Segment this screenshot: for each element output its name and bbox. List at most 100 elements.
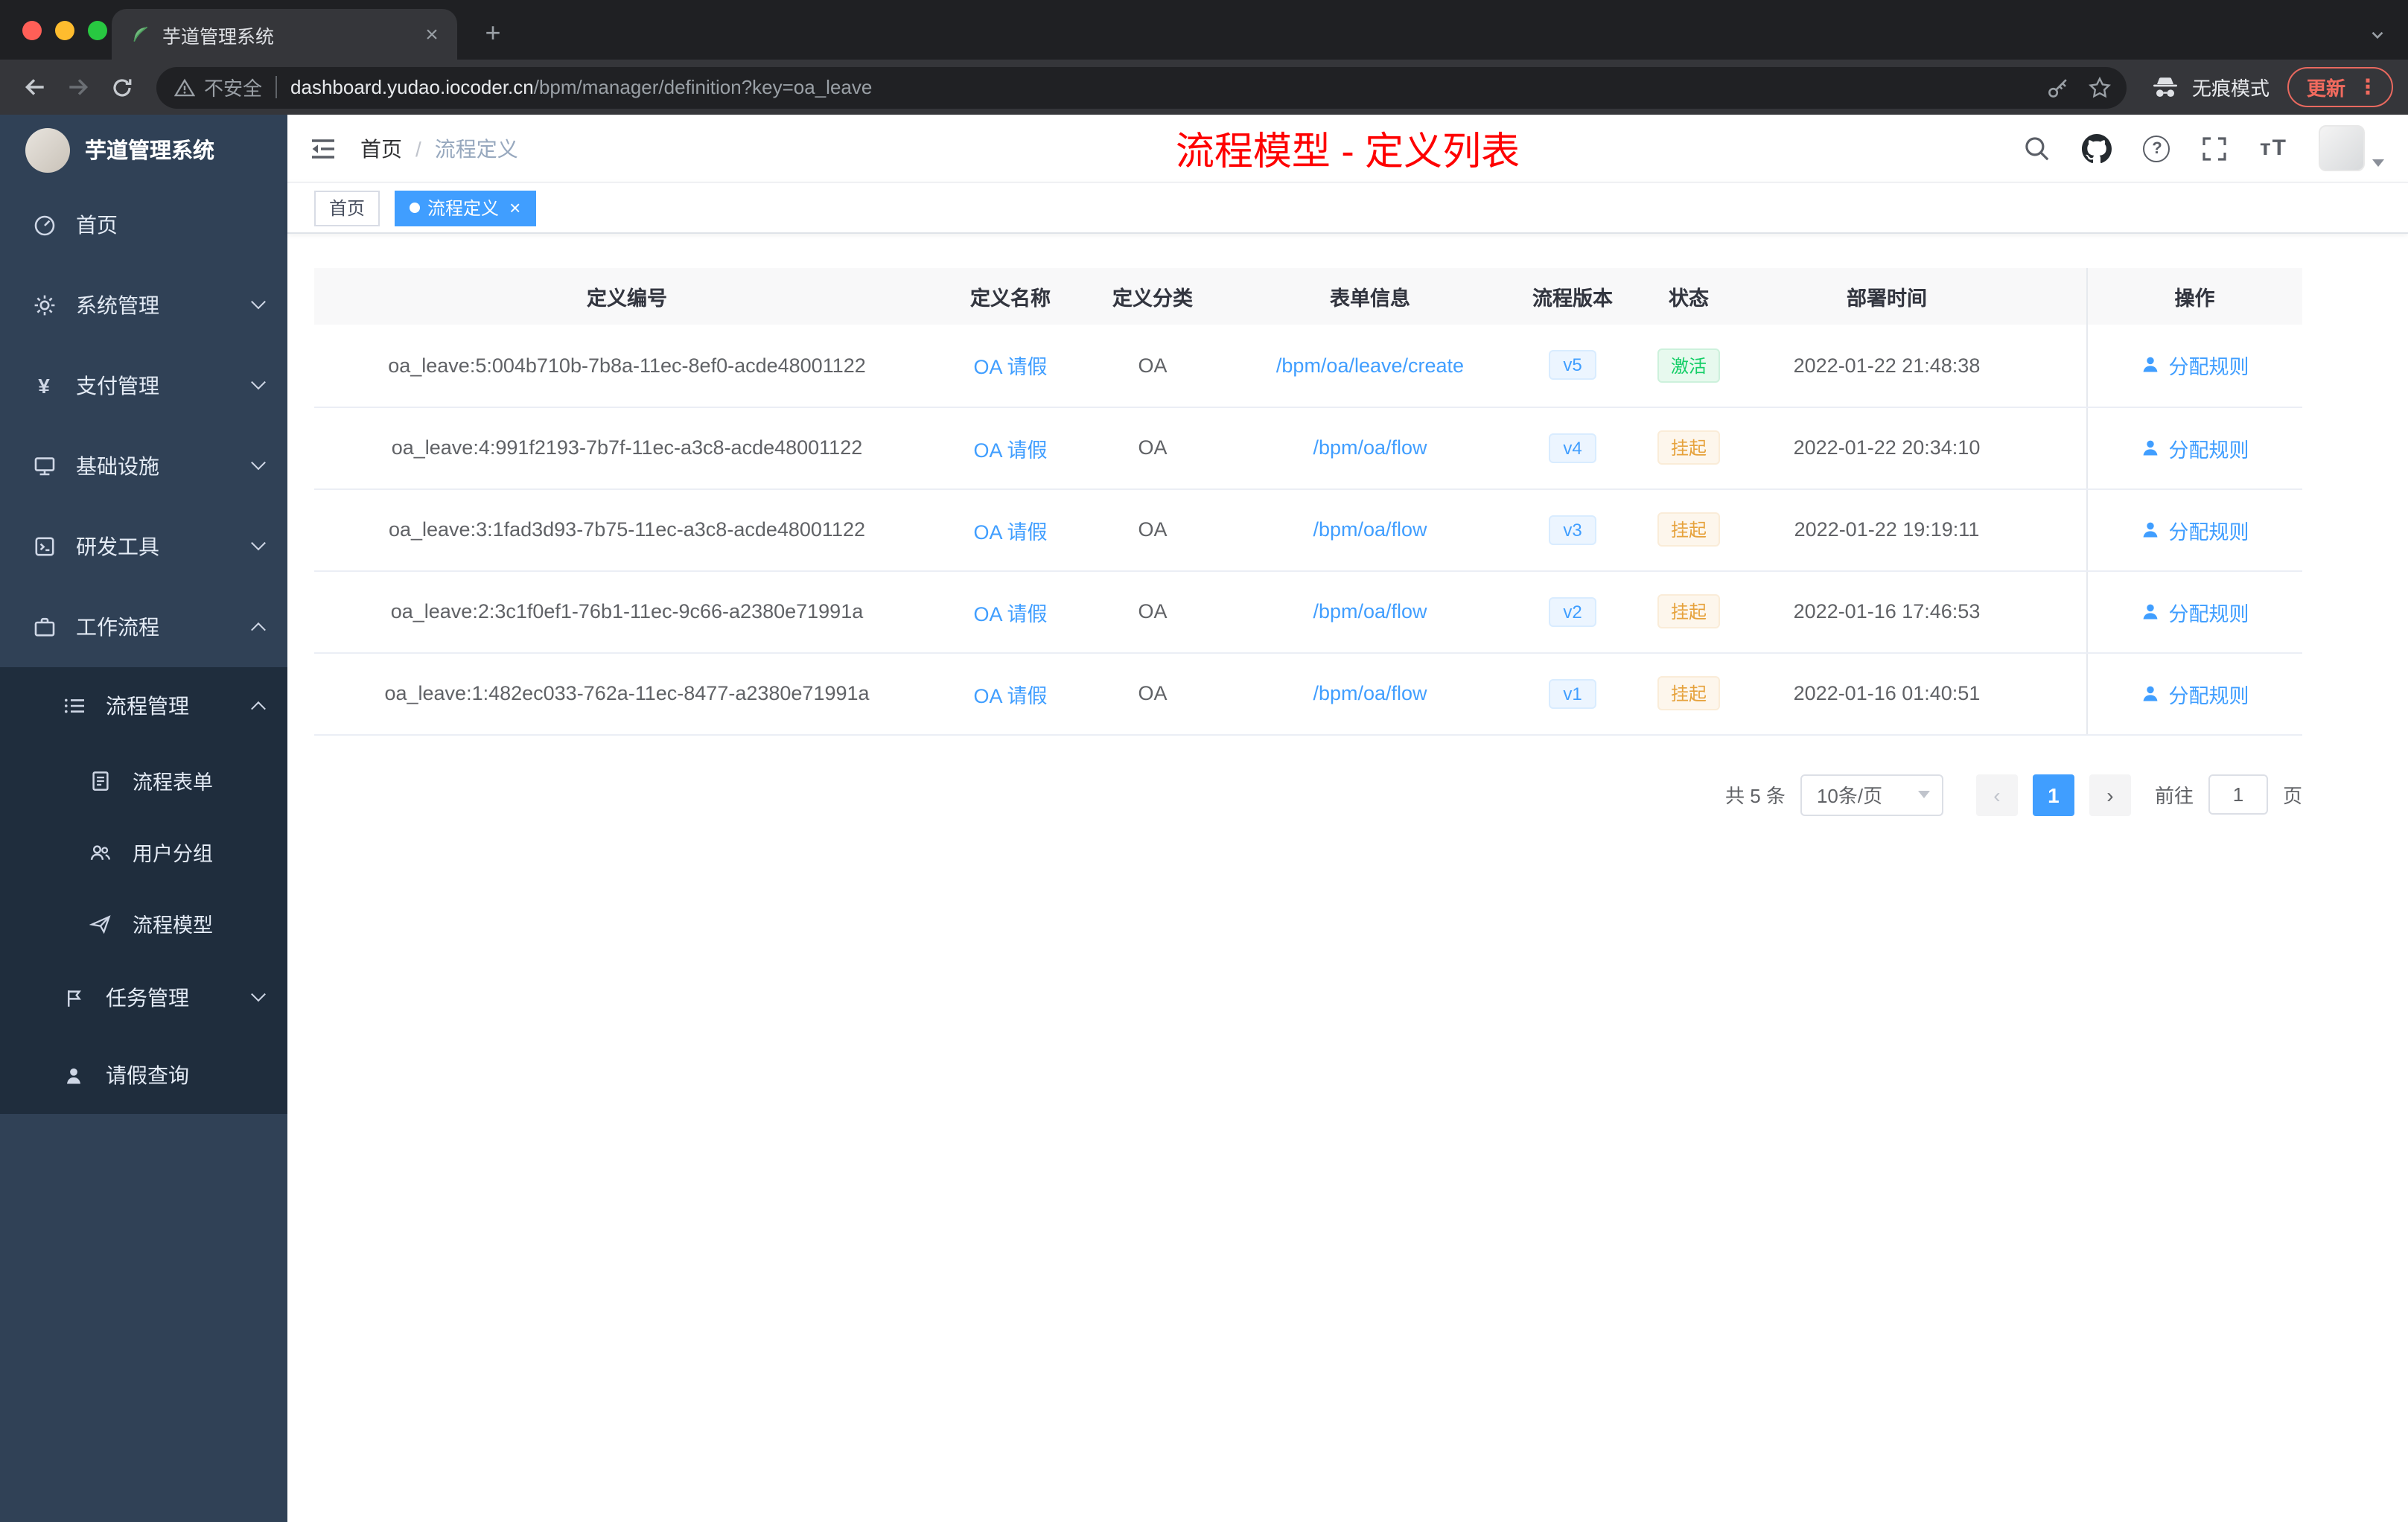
table-row: oa_leave:5:004b710b-7b8a-11ec-8ef0-acde4… [314, 325, 2302, 407]
page-size-select[interactable]: 10条/页 [1800, 774, 1943, 815]
definition-category: OA [1081, 407, 1224, 489]
goto-page-input[interactable] [2208, 774, 2268, 815]
tab-search-chevron-icon[interactable] [2368, 25, 2387, 45]
sidebar-item-label: 请假查询 [106, 1063, 189, 1087]
sidebar: 芋道管理系统 首页 系统管理 ¥ 支付管理 基础设施 研发工具 工作流程 流程管… [0, 115, 287, 1522]
tab-close-icon[interactable]: × [418, 21, 445, 48]
deploy-time: 2022-01-16 01:40:51 [1748, 652, 2025, 735]
security-label: 不安全 [204, 77, 263, 100]
definition-id: oa_leave:3:1fad3d93-7b75-11ec-a3c8-acde4… [314, 488, 940, 571]
password-key-icon[interactable] [2046, 75, 2070, 99]
fullscreen-icon[interactable] [2202, 135, 2229, 162]
definition-category: OA [1081, 570, 1224, 653]
sidebar-item-process-model[interactable]: 流程模型 [0, 888, 287, 959]
reload-icon[interactable] [101, 67, 141, 107]
sidebar-item-devtools[interactable]: 研发工具 [0, 506, 287, 587]
column-header: 状态 [1629, 268, 1748, 325]
user-menu[interactable] [2319, 125, 2384, 171]
deploy-time: 2022-01-22 19:19:11 [1748, 488, 2025, 571]
user-icon [2144, 439, 2158, 455]
tag-close-icon[interactable]: × [509, 197, 520, 219]
sidebar-item-label: 流程模型 [133, 914, 213, 937]
definition-name-link[interactable]: OA 请假 [973, 357, 1047, 379]
sidebar-fold-icon[interactable] [308, 133, 338, 163]
form-link[interactable]: /bpm/oa/flow [1313, 600, 1427, 623]
deploy-time: 2022-01-22 20:34:10 [1748, 407, 2025, 489]
assign-rule-link[interactable]: 分配规则 [2141, 351, 2249, 380]
definition-name-link[interactable]: OA 请假 [973, 684, 1047, 707]
form-link[interactable]: /bpm/oa/leave/create [1276, 354, 1464, 377]
tag-process-definition[interactable]: 流程定义 × [395, 190, 536, 226]
browser-tab[interactable]: 芋道管理系统 × [112, 9, 457, 60]
assign-rule-link[interactable]: 分配规则 [2141, 433, 2249, 462]
url-text[interactable]: dashboard.yudao.iocoder.cn/bpm/manager/d… [290, 76, 872, 98]
back-icon[interactable] [15, 67, 55, 107]
logo-avatar [25, 127, 70, 172]
paper-plane-icon [88, 912, 113, 934]
sidebar-item-user-group[interactable]: 用户分组 [0, 816, 287, 888]
incognito-badge: 无痕模式 [2150, 73, 2270, 101]
window-controls[interactable] [22, 21, 107, 40]
sidebar-item-workflow[interactable]: 工作流程 [0, 587, 287, 667]
column-header: 表单信息 [1224, 268, 1516, 325]
app-root: 芋道管理系统 首页 系统管理 ¥ 支付管理 基础设施 研发工具 工作流程 流程管… [0, 115, 2408, 1522]
column-header: 流程版本 [1516, 268, 1629, 325]
avatar[interactable] [2319, 125, 2365, 171]
sidebar-item-payment[interactable]: ¥ 支付管理 [0, 346, 287, 426]
sidebar-item-home[interactable]: 首页 [0, 185, 287, 265]
version-badge: v1 [1548, 678, 1597, 708]
github-icon[interactable] [2082, 133, 2112, 163]
chevron-down-icon [251, 986, 266, 1002]
browser-menu-icon[interactable]: ⋮ [2357, 74, 2378, 100]
devtools-icon [31, 535, 57, 558]
page-content: 定义编号 定义名称 定义分类 表单信息 流程版本 状态 部署时间 操作 oa_l… [287, 234, 2408, 1522]
bookmark-star-icon[interactable] [2088, 75, 2112, 99]
next-page-button[interactable]: › [2089, 774, 2131, 815]
sidebar-item-process-manage[interactable]: 流程管理 [0, 667, 287, 745]
new-tab-button[interactable]: + [474, 13, 512, 52]
version-badge: v3 [1548, 515, 1597, 544]
close-window-button[interactable] [22, 21, 42, 40]
browser-update-button[interactable]: 更新 ⋮ [2287, 67, 2393, 107]
definition-id: oa_leave:2:3c1f0ef1-76b1-11ec-9c66-a2380… [314, 570, 940, 653]
active-dot [410, 203, 421, 213]
sidebar-item-system[interactable]: 系统管理 [0, 265, 287, 346]
form-link[interactable]: /bpm/oa/flow [1313, 436, 1427, 459]
status-badge: 挂起 [1657, 512, 1720, 547]
forward-icon[interactable] [58, 67, 98, 107]
form-link[interactable]: /bpm/oa/flow [1313, 682, 1427, 704]
prev-page-button[interactable]: ‹ [1975, 774, 2018, 815]
user-icon [2144, 603, 2158, 619]
address-bar[interactable]: 不安全 dashboard.yudao.iocoder.cn/bpm/manag… [156, 66, 2127, 108]
help-icon[interactable]: ? [2143, 135, 2170, 162]
form-link[interactable]: /bpm/oa/flow [1313, 518, 1427, 541]
sidebar-item-leave-query[interactable]: 请假查询 [0, 1037, 287, 1114]
assign-rule-link[interactable]: 分配规则 [2141, 678, 2249, 708]
definition-name-link[interactable]: OA 请假 [973, 602, 1047, 625]
definition-name-link[interactable]: OA 请假 [973, 439, 1047, 461]
font-size-icon[interactable]: тT [2260, 136, 2287, 161]
user-icon [2144, 521, 2158, 537]
tab-favicon-icon [130, 24, 150, 45]
column-header-filler [2025, 268, 2086, 325]
version-badge: v4 [1548, 433, 1597, 462]
tag-home[interactable]: 首页 [314, 190, 380, 226]
sidebar-item-task-manage[interactable]: 任务管理 [0, 959, 287, 1037]
assign-rule-link[interactable]: 分配规则 [2141, 596, 2249, 626]
sidebar-item-label: 基础设施 [76, 454, 159, 478]
maximize-window-button[interactable] [88, 21, 107, 40]
app-logo: 芋道管理系统 [0, 115, 287, 185]
search-icon[interactable] [2023, 134, 2051, 162]
sidebar-item-infrastructure[interactable]: 基础设施 [0, 426, 287, 506]
minimize-window-button[interactable] [55, 21, 74, 40]
workflow-submenu: 流程管理 流程表单 用户分组 流程模型 任务管理 请假查询 [0, 667, 287, 1114]
filler-cell [2025, 325, 2086, 407]
assign-rule-link[interactable]: 分配规则 [2141, 515, 2249, 544]
status-badge: 挂起 [1657, 594, 1720, 628]
sidebar-item-process-form[interactable]: 流程表单 [0, 745, 287, 816]
sidebar-item-label: 研发工具 [76, 535, 159, 558]
site-security-chip[interactable]: 不安全 [174, 73, 262, 101]
breadcrumb-home[interactable]: 首页 [360, 133, 402, 163]
definition-name-link[interactable]: OA 请假 [973, 520, 1047, 543]
page-1-button[interactable]: 1 [2032, 774, 2074, 815]
